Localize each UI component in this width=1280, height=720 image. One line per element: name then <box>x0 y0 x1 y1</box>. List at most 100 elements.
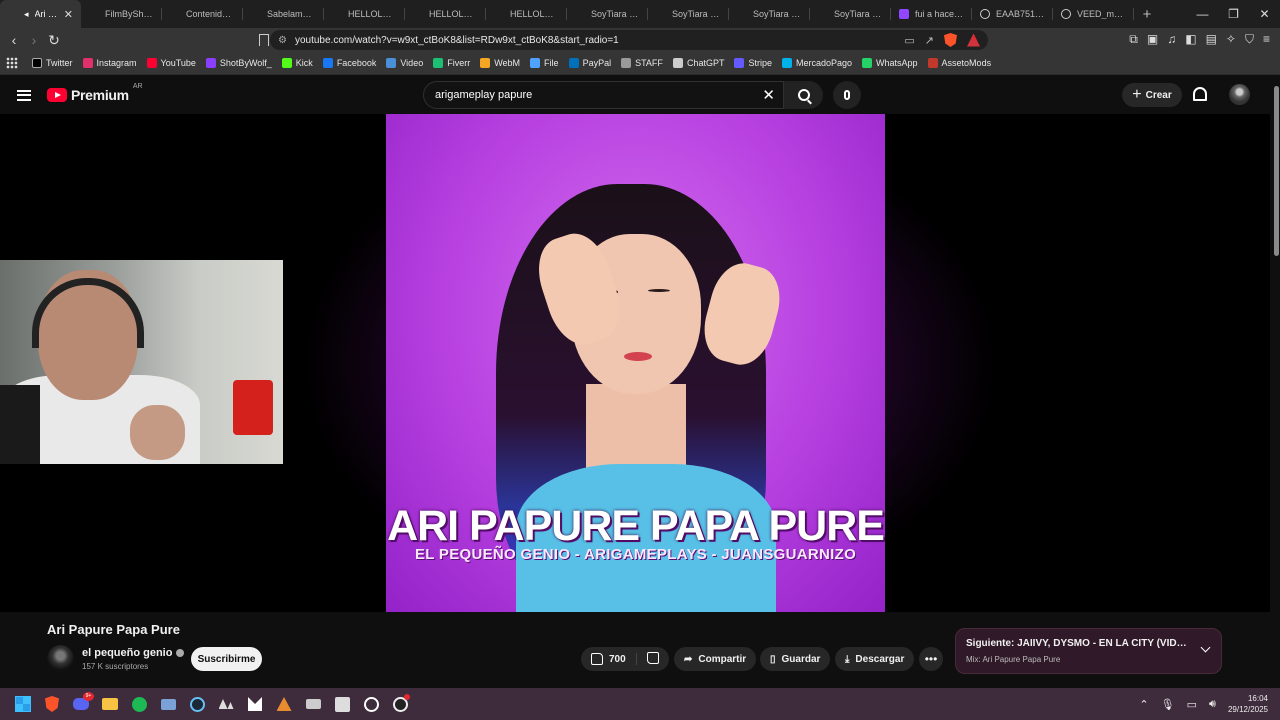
more-actions-button[interactable]: ••• <box>919 647 943 671</box>
site-info-icon[interactable]: ⚙ <box>278 35 287 46</box>
browser-tab[interactable]: ◂ Ari Pa ✕ <box>0 0 81 28</box>
taskbar-app-9[interactable] <box>273 693 295 715</box>
bookmark-item[interactable]: MercadoPago <box>781 58 852 68</box>
bookmark-item[interactable]: PayPal <box>568 58 611 68</box>
screenshot-icon[interactable]: ▣ <box>1147 32 1158 47</box>
bookmark-item[interactable]: Video <box>386 58 423 68</box>
channel-name-link[interactable]: el pequeño genio <box>82 647 185 659</box>
brave-rewards-icon[interactable]: 1 <box>967 33 980 47</box>
clock[interactable]: 16:04 29/12/2025 <box>1228 693 1268 715</box>
music-icon[interactable]: ♫ <box>1167 32 1176 47</box>
brave-icon <box>45 696 59 712</box>
minimize-button[interactable]: — <box>1187 7 1218 21</box>
bookmark-item[interactable]: Stripe <box>734 58 772 68</box>
bookmark-item[interactable]: Fiverr <box>433 58 470 68</box>
browser-tab[interactable]: HELLOLOLA <box>324 0 405 28</box>
taskbar-steam[interactable] <box>186 693 208 715</box>
bookmark-item[interactable]: WhatsApp <box>862 58 918 68</box>
download-button[interactable]: ⤓ Descargar <box>835 647 915 671</box>
browser-tab[interactable]: Sabelamamin <box>243 0 324 28</box>
dislike-button[interactable] <box>637 651 659 667</box>
like-button[interactable]: 700 <box>581 653 637 665</box>
notifications-bell-icon[interactable] <box>1193 87 1207 101</box>
subscribe-button[interactable]: Suscribirme <box>191 647 262 671</box>
back-button[interactable]: ‹ <box>4 32 24 48</box>
save-button[interactable]: ▯ Guardar <box>760 647 831 671</box>
extensions-icon[interactable]: ⧉ <box>1129 32 1138 47</box>
bookmark-item[interactable]: Twitter <box>32 58 73 68</box>
taskbar-app-8[interactable] <box>244 693 266 715</box>
search-input[interactable]: arigameplay papure ✕ <box>423 81 784 109</box>
taskbar-app-7[interactable] <box>215 693 237 715</box>
display-icon[interactable]: ▭ <box>1187 698 1197 711</box>
video-frame[interactable]: ARI PAPURE PAPA PURE EL PEQUEÑO GENIO - … <box>386 114 885 612</box>
tray-chevron-icon[interactable]: ⌃ <box>1139 698 1148 711</box>
reload-button[interactable]: ↻ <box>44 32 64 49</box>
audio-playing-icon[interactable]: ◂ <box>24 9 29 20</box>
browser-tab[interactable]: SoyTiara - mi <box>567 0 648 28</box>
taskbar-explorer[interactable] <box>99 693 121 715</box>
bookmark-item[interactable]: ChatGPT <box>672 58 724 68</box>
search-button[interactable] <box>784 81 823 109</box>
vpn-icon[interactable]: ⛉ <box>1245 32 1254 47</box>
leo-ai-icon[interactable]: ✧ <box>1226 32 1236 47</box>
browser-tab[interactable]: HELLOLOLA, / <box>405 0 486 28</box>
bookmark-item[interactable]: ShotByWolf_ <box>205 58 272 68</box>
clear-search-icon[interactable]: ✕ <box>762 86 775 104</box>
taskbar-app-11[interactable] <box>331 693 353 715</box>
channel-avatar[interactable] <box>47 645 74 672</box>
browser-tab[interactable]: SoyTiara - mi <box>648 0 729 28</box>
bookmark-item[interactable]: WebM <box>480 58 520 68</box>
up-next-card[interactable]: Siguiente: JAIIVY, DYSMO - EN LA CITY (V… <box>955 628 1222 674</box>
search-query: arigameplay papure <box>435 89 533 101</box>
forward-button[interactable]: › <box>24 32 44 48</box>
menu-icon[interactable]: ≡ <box>1263 32 1270 47</box>
taskbar-brave[interactable] <box>41 693 63 715</box>
bookmark-item[interactable]: STAFF <box>621 58 663 68</box>
cast-icon[interactable]: ▭ <box>904 34 914 47</box>
voice-search-button[interactable] <box>833 81 861 109</box>
apps-grid-icon[interactable] <box>6 57 18 69</box>
bookmark-item[interactable]: Instagram <box>82 58 137 68</box>
bookmark-item[interactable]: AssetoMods <box>927 58 991 68</box>
youtube-logo[interactable]: Premium AR <box>47 83 143 103</box>
sidebar-icon[interactable]: ◧ <box>1185 32 1196 47</box>
volume-icon[interactable]: 🔊︎ <box>1209 698 1216 711</box>
taskbar-obs[interactable] <box>389 693 411 715</box>
create-button[interactable]: + Crear <box>1122 83 1182 107</box>
bookmark-icon[interactable] <box>259 34 269 46</box>
restore-button[interactable]: ❐ <box>1218 7 1249 21</box>
close-window-button[interactable]: ✕ <box>1249 7 1280 21</box>
page-scrollbar[interactable] <box>1272 86 1280 686</box>
browser-tab[interactable]: fui a hacer un <box>891 0 972 28</box>
taskbar-spotify[interactable] <box>128 693 150 715</box>
browser-tab[interactable]: Contenido de <box>162 0 243 28</box>
start-button[interactable] <box>12 693 34 715</box>
taskbar-app-10[interactable] <box>302 693 324 715</box>
taskbar-app-5[interactable] <box>157 693 179 715</box>
browser-tab[interactable]: FilmByShotBy <box>81 0 162 28</box>
browser-tab[interactable]: EAAB751D-84 <box>972 0 1053 28</box>
url-bar[interactable]: ⚙ youtube.com/watch?v=w9xt_ctBoK8&list=R… <box>270 30 988 50</box>
bookmark-item[interactable]: YouTube <box>146 58 196 68</box>
bookmark-item[interactable]: Facebook <box>322 58 376 68</box>
brave-shields-icon[interactable] <box>944 33 957 47</box>
browser-tab[interactable]: VEED_mp4_ <box>1053 0 1134 28</box>
close-tab-icon[interactable]: ✕ <box>64 8 73 21</box>
browser-tab[interactable]: SoyTiara - EL <box>810 0 891 28</box>
share-button[interactable]: ➦ Compartir <box>674 647 757 671</box>
wallet-icon[interactable]: ▤ <box>1206 32 1217 47</box>
new-tab-button[interactable]: + <box>1134 6 1160 23</box>
guide-menu-icon[interactable] <box>17 89 31 101</box>
bookmark-item[interactable]: Kick <box>281 58 313 68</box>
chevron-down-icon[interactable] <box>1200 642 1211 653</box>
bookmark-item[interactable]: File <box>530 58 559 68</box>
scrollbar-thumb[interactable] <box>1274 86 1279 256</box>
microphone-icon[interactable]: 🎙︎ <box>1161 698 1175 711</box>
browser-tab[interactable]: HELLOLOLA, I <box>486 0 567 28</box>
taskbar-discord[interactable]: 9+ <box>70 692 94 715</box>
account-avatar[interactable] <box>1229 84 1250 105</box>
taskbar-chatgpt[interactable] <box>360 693 382 715</box>
share-page-icon[interactable]: ↗ <box>925 34 934 47</box>
browser-tab[interactable]: SoyTiara - ST <box>729 0 810 28</box>
